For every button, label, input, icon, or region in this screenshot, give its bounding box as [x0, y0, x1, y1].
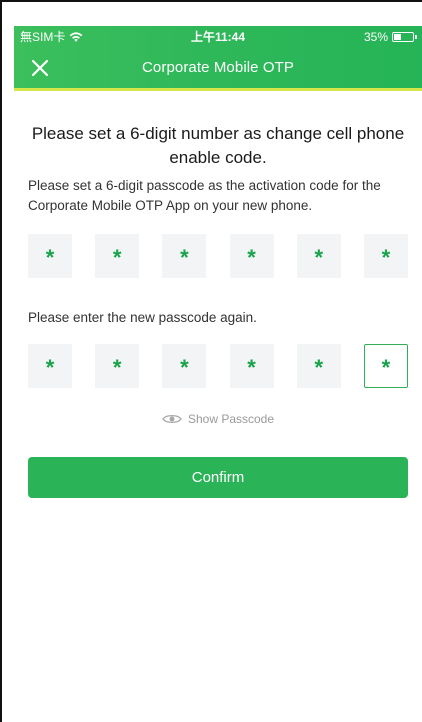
confirm-digit-5[interactable]: * — [296, 344, 341, 388]
show-passcode-label: Show Passcode — [187, 412, 275, 426]
status-bar: 無SIM卡 上午11:44 35% — [14, 26, 422, 48]
passcode-digit-4[interactable]: * — [229, 234, 274, 278]
page-title: Corporate Mobile OTP — [141, 59, 295, 76]
confirm-digit-1[interactable]: * — [28, 344, 72, 388]
status-time: 上午11:44 — [190, 30, 246, 44]
passcode-row-2[interactable]: * * * * * * — [14, 344, 422, 388]
instruction-description: Please set a 6-digit passcode as the act… — [28, 178, 381, 213]
confirm-digit-4[interactable]: * — [229, 344, 274, 388]
confirm-button[interactable]: Confirm — [28, 457, 408, 498]
app-screen: 無SIM卡 上午11:44 35% Corporate Mobile OTP P… — [0, 0, 422, 722]
confirm-digit-6[interactable]: * — [363, 344, 408, 388]
confirm-digit-3[interactable]: * — [162, 344, 207, 388]
battery-percent: 35% — [363, 30, 388, 44]
nav-bar: Corporate Mobile OTP — [14, 48, 422, 88]
show-passcode-toggle[interactable]: Show Passcode — [14, 412, 422, 426]
app-header: 無SIM卡 上午11:44 35% Corporate Mobile OTP — [14, 26, 422, 88]
passcode-digit-3[interactable]: * — [162, 234, 207, 278]
passcode-digit-1[interactable]: * — [28, 234, 72, 278]
status-right: 35% — [363, 26, 417, 48]
passcode-digit-5[interactable]: * — [296, 234, 341, 278]
passcode-digit-6[interactable]: * — [363, 234, 408, 278]
instruction-title: Please set a 6-digit number as change ce… — [31, 124, 405, 167]
battery-icon — [392, 32, 417, 42]
passcode-digit-2[interactable]: * — [95, 234, 140, 278]
reenter-label: Please enter the new passcode again. — [28, 310, 257, 325]
eye-icon — [162, 414, 182, 424]
passcode-row-1[interactable]: * * * * * * — [14, 234, 422, 278]
confirm-digit-2[interactable]: * — [95, 344, 140, 388]
main-content: Please set a 6-digit number as change ce… — [14, 91, 422, 498]
